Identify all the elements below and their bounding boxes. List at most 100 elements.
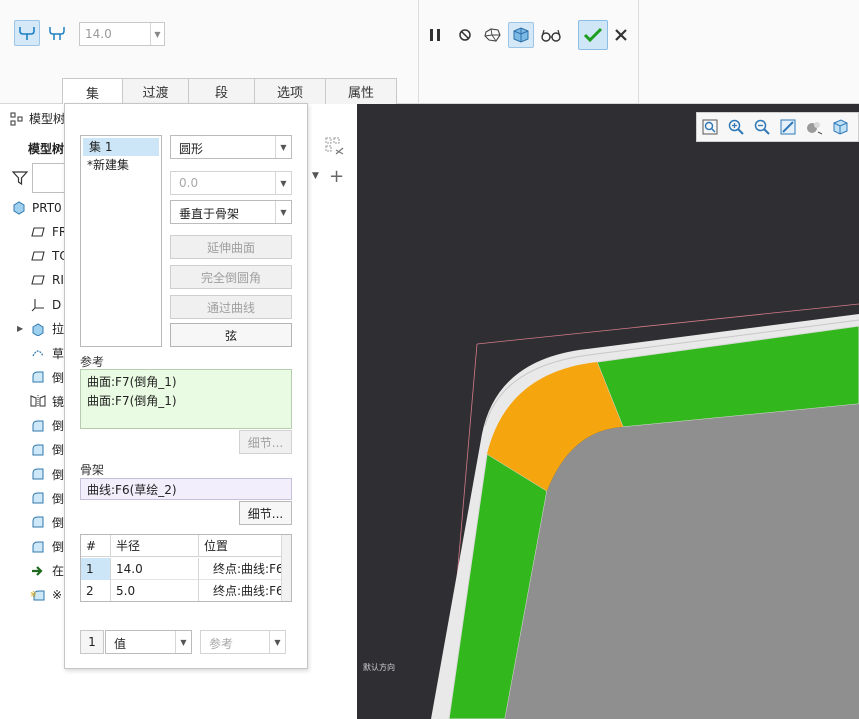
svg-text:※: ※ [30,590,37,599]
tree-root-label: PRT0 [32,201,62,215]
dashboard-ribbon: 14.0 ▼ 集 过渡 段 选项 属性 [0,0,859,105]
pause-icon [430,29,440,41]
view-cube-icon [833,119,848,135]
shape-value: 圆形 [179,142,204,156]
expand-arrow-icon[interactable]: ▶ [17,324,23,333]
sketch-icon [30,345,46,361]
check-icon [583,27,603,43]
tree-item-label: 镜 [52,394,65,409]
verify-model-icon [513,27,529,43]
cell-location[interactable]: 终点:曲线:F6 [199,580,283,601]
tab-label: 过渡 [142,86,169,101]
full-round-button[interactable]: 完全倒圆角 [170,265,292,289]
separate-preview-icon [484,28,501,42]
through-curve-button[interactable]: 通过曲线 [170,295,292,319]
reference-item[interactable]: 曲面:F7(倒角_1) [87,392,285,411]
round-icon [30,418,46,434]
add-column-icon[interactable]: + [329,166,344,187]
tab-options[interactable]: 选项 [254,78,326,104]
table-scrollbar[interactable] [281,535,291,601]
model-tree-title: 模型树 [29,112,66,126]
tree-item-label: 倒 [52,443,65,458]
list-item-set-1[interactable]: 集 1 [83,138,159,156]
verify-preview-button[interactable] [508,22,534,48]
spine-details-button[interactable]: 细节... [239,501,292,525]
model-tree-tab[interactable]: 模型树 [10,110,65,127]
table-row[interactable]: 2 5.0 终点:曲线:F6 [81,580,283,601]
radius-reference-combo: 参考 ▼ [200,630,286,654]
spine-collector[interactable]: 曲线:F6(草绘_2) [80,478,292,500]
insert-here-arrow-icon [30,563,46,579]
tree-item-label: 草 [52,346,65,361]
chevron-down-icon[interactable]: ▼ [275,136,291,158]
mirror-icon [30,393,46,409]
tree-item-label: ※ [52,588,63,602]
radius-mode-combo[interactable]: 值 ▼ [105,630,192,654]
cell-radius[interactable]: 14.0 [111,558,199,580]
filter-icon[interactable] [11,170,29,189]
repaint-button[interactable] [779,118,797,136]
column-header-index: # [81,535,111,557]
radius-combo[interactable]: 14.0 ▼ [79,22,165,46]
reference-item[interactable]: 曲面:F7(倒角_1) [87,373,285,392]
tab-label: 属性 [347,86,374,101]
pause-button[interactable] [422,22,448,48]
chevron-down-icon[interactable]: ▼ [150,23,164,45]
spine-item[interactable]: 曲线:F6(草绘_2) [87,483,177,497]
model-view[interactable] [357,104,859,719]
list-item-new-set[interactable]: *新建集 [81,156,161,174]
chevron-down-icon[interactable]: ▼ [175,631,191,653]
transition-mode-button[interactable] [44,20,70,46]
references-label: 参考 [80,355,105,369]
tree-settings-icon[interactable] [324,136,346,161]
refit-button[interactable] [701,118,719,136]
table-row[interactable]: 1 14.0 终点:曲线:F6 [81,558,283,580]
radius-mode-value: 值 [114,637,127,651]
references-collector[interactable]: 曲面:F7(倒角_1) 曲面:F7(倒角_1) [80,369,292,429]
section-method-combo[interactable]: 垂直于骨架 ▼ [170,200,292,224]
graphics-window[interactable]: 默认方向 [357,104,859,719]
round-icon [30,369,46,385]
shape-combo[interactable]: 圆形 ▼ [170,135,292,159]
no-preview-button[interactable] [452,22,478,48]
part-icon [13,201,25,215]
tab-label: 选项 [276,86,303,101]
tree-item-label: 拉 [52,322,65,337]
chordal-button[interactable]: 弦 [170,323,292,347]
round-icon [30,490,46,506]
chevron-down-icon[interactable]: ▼ [275,201,291,223]
display-style-button[interactable] [805,118,823,136]
glasses-preview-button[interactable] [538,22,564,48]
tab-properties[interactable]: 属性 [325,78,397,104]
zoom-in-button[interactable] [727,118,745,136]
view-orientation-button[interactable] [831,118,849,136]
ok-button[interactable] [578,20,608,50]
separate-preview-button[interactable] [480,22,506,48]
round-in-progress-icon: ※ [30,587,46,603]
cancel-button[interactable] [608,22,634,48]
refit-icon [702,119,718,135]
tree-item-label: 倒 [52,515,65,530]
chevron-down-icon: ▼ [275,172,291,194]
references-details-button[interactable]: 细节... [239,430,292,454]
round-icon [30,466,46,482]
tab-pieces[interactable]: 段 [188,78,255,104]
cell-radius[interactable]: 5.0 [111,580,199,601]
tab-transitions[interactable]: 过渡 [122,78,189,104]
zoom-out-button[interactable] [753,118,771,136]
close-icon [615,29,627,41]
set-mode-button[interactable] [14,20,40,46]
chevron-down-icon[interactable]: ▼ [312,171,319,181]
tab-sets[interactable]: 集 [62,78,123,105]
tree-item-label: 倒 [52,419,65,434]
model-tree-icon [10,112,23,125]
extend-surfaces-button[interactable]: 延伸曲面 [170,235,292,259]
radius-table[interactable]: # 半径 位置 1 14.0 终点:曲线:F6 2 5.0 终点:曲线:F6 [80,534,292,602]
round-icon [30,539,46,555]
round-icon [30,514,46,530]
radius-table-header: # 半径 位置 [81,535,281,557]
model-tree-header: 模型树 [28,142,65,156]
cell-location[interactable]: 终点:曲线:F6 [199,558,283,580]
dashboard-tabs: 集 过渡 段 选项 属性 [62,78,397,105]
sets-list[interactable]: 集 1 *新建集 [80,135,162,347]
